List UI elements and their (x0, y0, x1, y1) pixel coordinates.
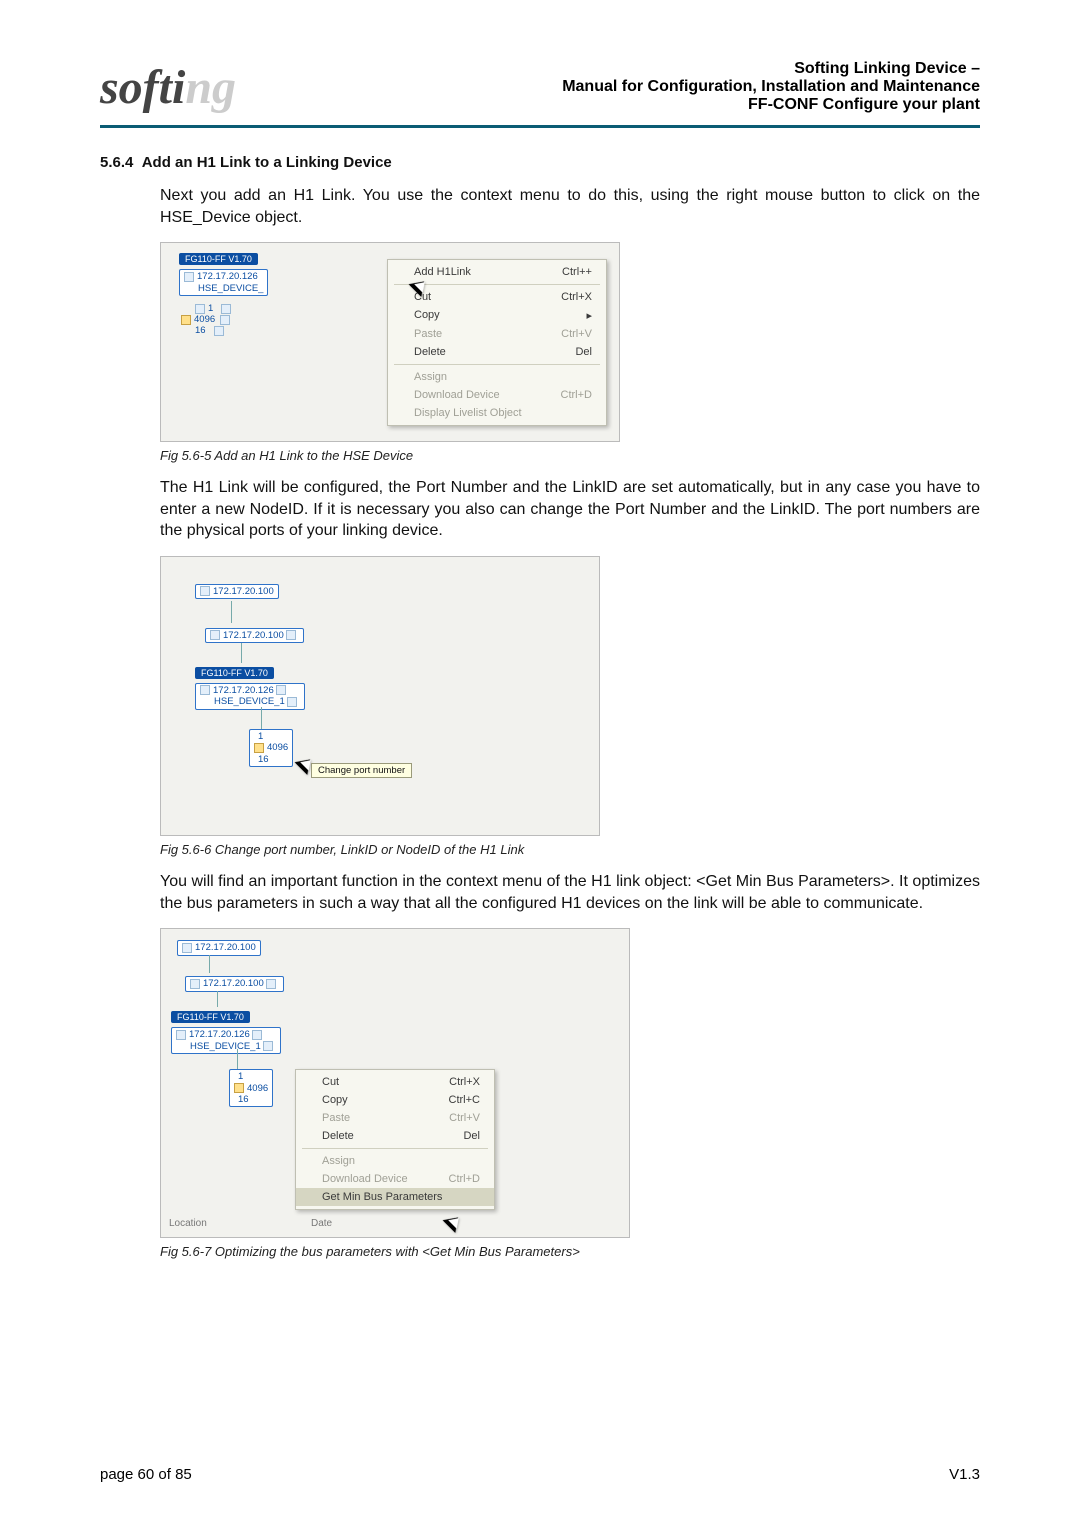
logo: softing (100, 60, 236, 115)
screenshot-3: 172.17.20.100 172.17.20.100 FG110-FF V1.… (160, 928, 630, 1238)
menu-item-display-livelist: Display Livelist Object (388, 404, 606, 422)
doc-version: V1.3 (949, 1466, 980, 1483)
tree-node-hse-device[interactable]: 172.17.20.126 HSE_DEVICE_1 (195, 683, 305, 710)
context-menu-h1link: CutCtrl+X CopyCtrl+C PasteCtrl+V DeleteD… (295, 1069, 495, 1210)
figure-caption-2: Fig 5.6-6 Change port number, LinkID or … (160, 842, 980, 857)
tree-node-sub[interactable]: 172.17.20.100 (205, 628, 304, 643)
menu-item-get-min-bus-params[interactable]: Get Min Bus Parameters (296, 1188, 494, 1206)
figure-caption-1: Fig 5.6-5 Add an H1 Link to the HSE Devi… (160, 448, 980, 463)
device-version-badge: FG110-FF V1.70 (195, 667, 274, 679)
header: softing Softing Linking Device – Manual … (100, 60, 980, 115)
tree-node-root[interactable]: 172.17.20.100 (177, 940, 261, 955)
tree-node-hse-device[interactable]: 172.17.20.126 HSE_DEVICE_ (179, 269, 268, 296)
menu-item-download-device: Download DeviceCtrl+D (296, 1170, 494, 1188)
screenshot-1: FG110-FF V1.70 172.17.20.126 HSE_DEVICE_… (160, 242, 620, 442)
header-rule (100, 125, 980, 128)
menu-item-paste: PasteCtrl+V (296, 1109, 494, 1127)
device-version-badge: FG110-FF V1.70 (171, 1011, 250, 1023)
tooltip-change-port: Change port number (311, 763, 412, 778)
tree-node-h1link[interactable]: 1 4096 16 (229, 1069, 273, 1107)
paragraph-2: The H1 Link will be configured, the Port… (160, 477, 980, 542)
menu-item-delete[interactable]: DeleteDel (296, 1127, 494, 1145)
content: 5.6.4 Add an H1 Link to a Linking Device… (100, 154, 980, 1259)
header-text: Softing Linking Device – Manual for Conf… (562, 60, 980, 114)
column-header-date: Date (311, 1218, 332, 1229)
device-version-badge: FG110-FF V1.70 (179, 253, 258, 265)
section-heading: 5.6.4 Add an H1 Link to a Linking Device (100, 154, 980, 171)
menu-item-copy[interactable]: CopyCtrl+C (296, 1091, 494, 1109)
page: softing Softing Linking Device – Manual … (0, 0, 1080, 1527)
menu-item-delete[interactable]: DeleteDel (388, 343, 606, 361)
menu-item-copy[interactable]: Copy▸ (388, 306, 606, 325)
menu-item-assign: Assign (388, 368, 606, 386)
menu-item-cut[interactable]: CutCtrl+X (296, 1073, 494, 1091)
menu-item-assign: Assign (296, 1152, 494, 1170)
page-footer: page 60 of 85 V1.3 (100, 1466, 980, 1483)
lock-icon (254, 743, 264, 753)
menu-item-download-device: Download DeviceCtrl+D (388, 386, 606, 404)
menu-item-paste: PasteCtrl+V (388, 325, 606, 343)
paragraph-1: Next you add an H1 Link. You use the con… (160, 185, 980, 228)
page-number: page 60 of 85 (100, 1466, 192, 1483)
tree-node-sub[interactable]: 172.17.20.100 (185, 976, 284, 991)
lock-icon (234, 1083, 244, 1093)
cursor-icon (443, 1211, 465, 1233)
figure-caption-3: Fig 5.6-7 Optimizing the bus parameters … (160, 1244, 980, 1259)
column-header-location: Location (169, 1218, 207, 1229)
tree-node-hse-device[interactable]: 172.17.20.126 HSE_DEVICE_1 (171, 1027, 281, 1054)
paragraph-3: You will find an important function in t… (160, 871, 980, 914)
lock-icon (181, 315, 191, 325)
screenshot-2: 172.17.20.100 172.17.20.100 FG110-FF V1.… (160, 556, 600, 836)
tree-node-root[interactable]: 172.17.20.100 (195, 584, 279, 599)
tree-node-h1link[interactable]: 1 4096 16 (249, 729, 293, 767)
